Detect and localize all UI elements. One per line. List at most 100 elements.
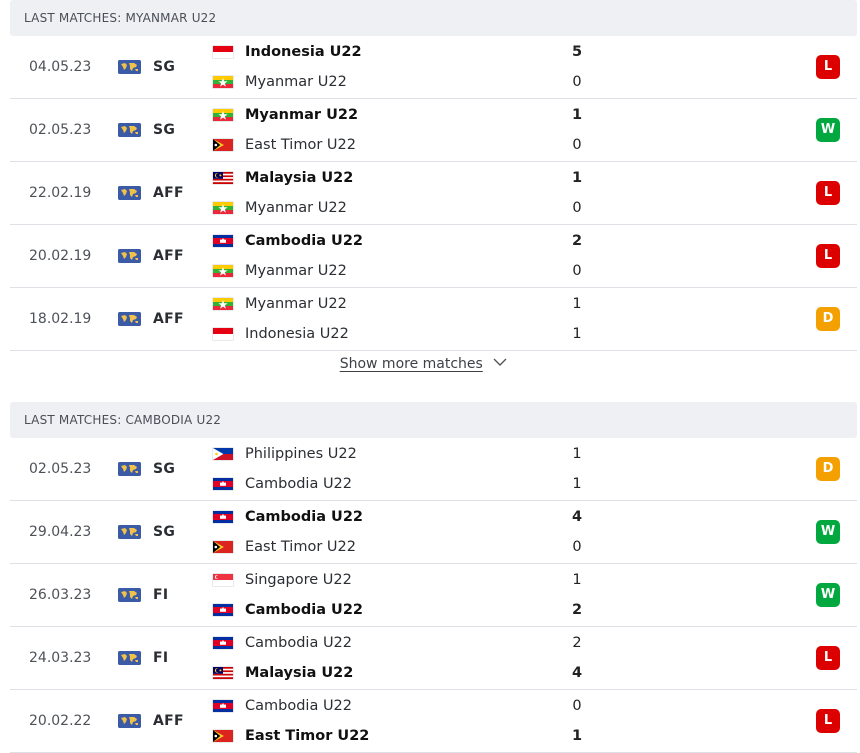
result-badge: W [816, 520, 840, 544]
team-score: 1 [572, 476, 582, 492]
home-team: Cambodia U22 4 [213, 506, 613, 528]
match-date: 02.05.23 [29, 122, 92, 138]
competition-label: SG [153, 122, 176, 138]
away-team: Myanmar U22 0 [213, 197, 613, 219]
world-map-icon [118, 60, 141, 74]
show-more-matches-link[interactable]: Show more matches [340, 356, 483, 372]
east-timor-flag-icon [213, 541, 233, 553]
team-score: 4 [571, 509, 583, 525]
team-score: 0 [572, 539, 582, 555]
team-name: Myanmar U22 [245, 263, 347, 279]
myanmar-flag-icon [213, 265, 233, 277]
team-name: Cambodia U22 [245, 233, 364, 249]
world-map-icon [118, 186, 141, 200]
match-row[interactable]: 22.02.19 AFF Malaysia U22 1 Myanmar U22 … [10, 162, 857, 225]
home-team: Cambodia U22 0 [213, 695, 613, 717]
competition-label: SG [153, 461, 176, 477]
result-badge: D [816, 307, 840, 331]
match-date: 02.05.23 [29, 461, 92, 477]
match-row[interactable]: 20.02.19 AFF Cambodia U22 2 Myanmar U22 … [10, 225, 857, 288]
team-score: 2 [571, 233, 583, 249]
match-date: 04.05.23 [29, 59, 92, 75]
east-timor-flag-icon [213, 139, 233, 151]
result-badge: W [816, 118, 840, 142]
competition-label: AFF [153, 185, 184, 201]
world-map-icon [118, 312, 141, 326]
match-row[interactable]: 20.02.22 AFF Cambodia U22 0 East Timor U… [10, 690, 857, 753]
team-name: Indonesia U22 [245, 44, 362, 60]
singapore-flag-icon [213, 574, 233, 586]
home-team: Myanmar U22 1 [213, 293, 613, 315]
world-map-icon [118, 123, 141, 137]
away-team: East Timor U22 0 [213, 134, 613, 156]
team-name: Myanmar U22 [245, 296, 347, 312]
match-date: 20.02.22 [29, 713, 92, 729]
result-badge: L [816, 709, 840, 733]
match-date: 22.02.19 [29, 185, 92, 201]
malaysia-flag-icon [213, 667, 233, 679]
team-score: 4 [571, 665, 583, 681]
away-team: Myanmar U22 0 [213, 71, 613, 93]
chevron-down-icon[interactable] [493, 355, 507, 371]
team-score: 1 [572, 446, 582, 462]
away-team: Indonesia U22 1 [213, 323, 613, 345]
match-row[interactable]: 24.03.23 FI Cambodia U22 2 Malaysia U22 … [10, 627, 857, 690]
match-row[interactable]: 02.05.23 SG Myanmar U22 1 East Timor U22… [10, 99, 857, 162]
team-name: Malaysia U22 [245, 665, 354, 681]
home-team: Indonesia U22 5 [213, 41, 613, 63]
away-team: Cambodia U22 1 [213, 473, 613, 495]
team-score: 1 [572, 326, 582, 342]
team-score: 0 [572, 200, 582, 216]
team-score: 0 [572, 263, 582, 279]
show-more-container: Show more matches [0, 356, 847, 378]
team-score: 0 [572, 137, 582, 153]
team-name: Cambodia U22 [245, 476, 353, 492]
match-row[interactable]: 04.05.23 SG Indonesia U22 5 Myanmar U22 … [10, 36, 857, 99]
team-name: Cambodia U22 [245, 509, 364, 525]
myanmar-flag-icon [213, 109, 233, 121]
team-name: Myanmar U22 [245, 107, 359, 123]
team-name: Myanmar U22 [245, 200, 347, 216]
team-score: 1 [572, 296, 582, 312]
myanmar-flag-icon [213, 298, 233, 310]
home-team: Myanmar U22 1 [213, 104, 613, 126]
cambodia-flag-icon [213, 478, 233, 490]
home-team: Singapore U22 1 [213, 569, 613, 591]
team-name: Indonesia U22 [245, 326, 349, 342]
team-score: 1 [572, 572, 582, 588]
team-name: Cambodia U22 [245, 698, 353, 714]
myanmar-flag-icon [213, 76, 233, 88]
cambodia-flag-icon [213, 604, 233, 616]
match-row[interactable]: 18.02.19 AFF Myanmar U22 1 Indonesia U22… [10, 288, 857, 351]
section-header: LAST MATCHES: MYANMAR U22 [10, 0, 857, 36]
match-row[interactable]: 02.05.23 SG Philippines U22 1 Cambodia U… [10, 438, 857, 501]
home-team: Cambodia U22 2 [213, 632, 613, 654]
cambodia-flag-icon [213, 235, 233, 247]
team-name: East Timor U22 [245, 539, 356, 555]
competition-label: AFF [153, 713, 184, 729]
match-date: 18.02.19 [29, 311, 92, 327]
world-map-icon [118, 588, 141, 602]
match-row[interactable]: 29.04.23 SG Cambodia U22 4 East Timor U2… [10, 501, 857, 564]
home-team: Philippines U22 1 [213, 443, 613, 465]
world-map-icon [118, 249, 141, 263]
result-badge: L [816, 181, 840, 205]
result-badge: L [816, 646, 840, 670]
cambodia-flag-icon [213, 637, 233, 649]
team-name: Cambodia U22 [245, 602, 364, 618]
away-team: East Timor U22 1 [213, 725, 613, 747]
team-score: 5 [571, 44, 583, 60]
team-score: 0 [572, 698, 582, 714]
result-badge: L [816, 244, 840, 268]
team-score: 2 [571, 602, 583, 618]
match-row[interactable]: 26.03.23 FI Singapore U22 1 Cambodia U22… [10, 564, 857, 627]
team-name: Myanmar U22 [245, 74, 347, 90]
result-badge: W [816, 583, 840, 607]
myanmar-flag-icon [213, 202, 233, 214]
away-team: Malaysia U22 4 [213, 662, 613, 684]
indonesia-flag-icon [213, 46, 233, 58]
team-name: Cambodia U22 [245, 635, 353, 651]
match-date: 26.03.23 [29, 587, 92, 603]
competition-label: SG [153, 59, 176, 75]
result-badge: L [816, 55, 840, 79]
